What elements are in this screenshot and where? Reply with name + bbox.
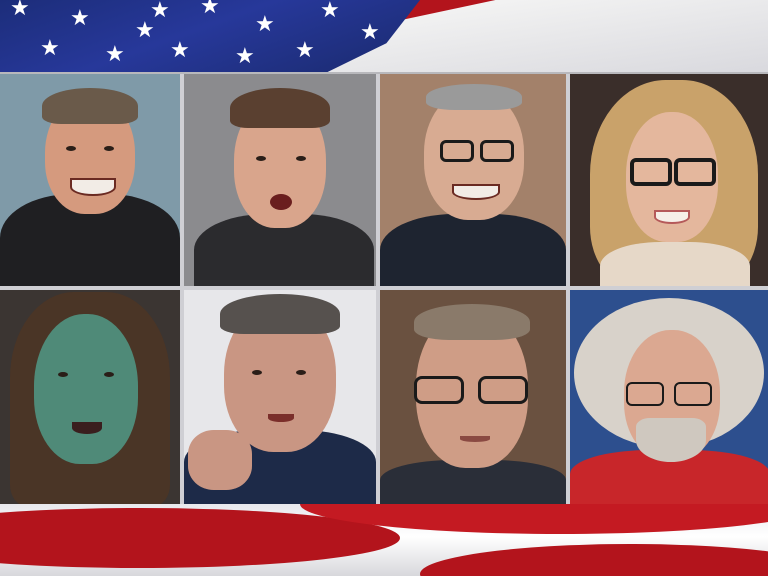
portrait-hair (414, 304, 530, 340)
star-icon: ★ (235, 44, 255, 69)
portrait-glasses-right (480, 140, 514, 162)
portrait-2 (184, 74, 376, 286)
star-icon: ★ (40, 36, 60, 61)
portrait-hair (220, 294, 340, 334)
american-flag-top-band: ★ ★ ★ ★ ★ ★ ★ ★ ★ ★ ★ ★ ★ (0, 0, 768, 72)
portrait-eye (58, 372, 68, 377)
portrait-glasses-left (626, 382, 664, 406)
portrait-face-green-paint (34, 314, 138, 464)
portrait-glasses-left (440, 140, 474, 162)
star-icon: ★ (105, 42, 125, 67)
portrait-eye (296, 370, 306, 375)
portrait-3 (380, 74, 566, 286)
portrait-1 (0, 74, 180, 286)
star-icon: ★ (70, 6, 90, 31)
portrait-mouth (72, 422, 102, 434)
portrait-8 (570, 290, 768, 504)
star-icon: ★ (10, 0, 30, 21)
star-icon: ★ (170, 38, 190, 63)
portrait-6 (184, 290, 376, 504)
portrait-glasses-left (414, 376, 464, 404)
star-icon: ★ (135, 18, 155, 43)
portrait-clothing (600, 242, 750, 286)
flag-red-stripe (380, 0, 768, 24)
flag-canton: ★ ★ ★ ★ ★ ★ ★ ★ ★ ★ ★ ★ ★ (0, 0, 420, 72)
portrait-5 (0, 290, 180, 504)
portrait-eye (296, 156, 306, 161)
american-flag-bottom-band (0, 504, 768, 576)
portrait-smile (452, 184, 500, 200)
portrait-hair (42, 88, 138, 124)
portrait-glasses-left (630, 158, 672, 186)
portrait-mouth (460, 436, 490, 442)
portrait-glasses-right (478, 376, 528, 404)
portrait-eye (104, 372, 114, 377)
star-icon: ★ (255, 12, 275, 37)
portrait-mouth (268, 414, 294, 422)
portrait-pointing-hand (188, 430, 252, 490)
portrait-smile (70, 178, 116, 196)
portrait-7 (380, 290, 566, 504)
star-icon: ★ (320, 0, 340, 23)
flag-red-stripe (420, 544, 768, 576)
portrait-hair (426, 84, 522, 110)
portrait-eye (66, 146, 76, 151)
star-icon: ★ (150, 0, 170, 23)
portrait-hair (230, 88, 330, 128)
portrait-glasses-right (674, 158, 716, 186)
portrait-glasses-right (674, 382, 712, 406)
portrait-4 (570, 74, 768, 286)
portrait-eye (252, 370, 262, 375)
portrait-open-mouth (270, 194, 292, 210)
star-icon: ★ (200, 0, 220, 19)
portrait-eye (256, 156, 266, 161)
star-icon: ★ (360, 20, 380, 45)
portrait-grid (0, 74, 768, 504)
portrait-clothing (380, 214, 566, 286)
star-icon: ★ (295, 38, 315, 63)
portrait-eye (104, 146, 114, 151)
portrait-smile (654, 210, 690, 224)
portrait-beard (636, 418, 706, 462)
